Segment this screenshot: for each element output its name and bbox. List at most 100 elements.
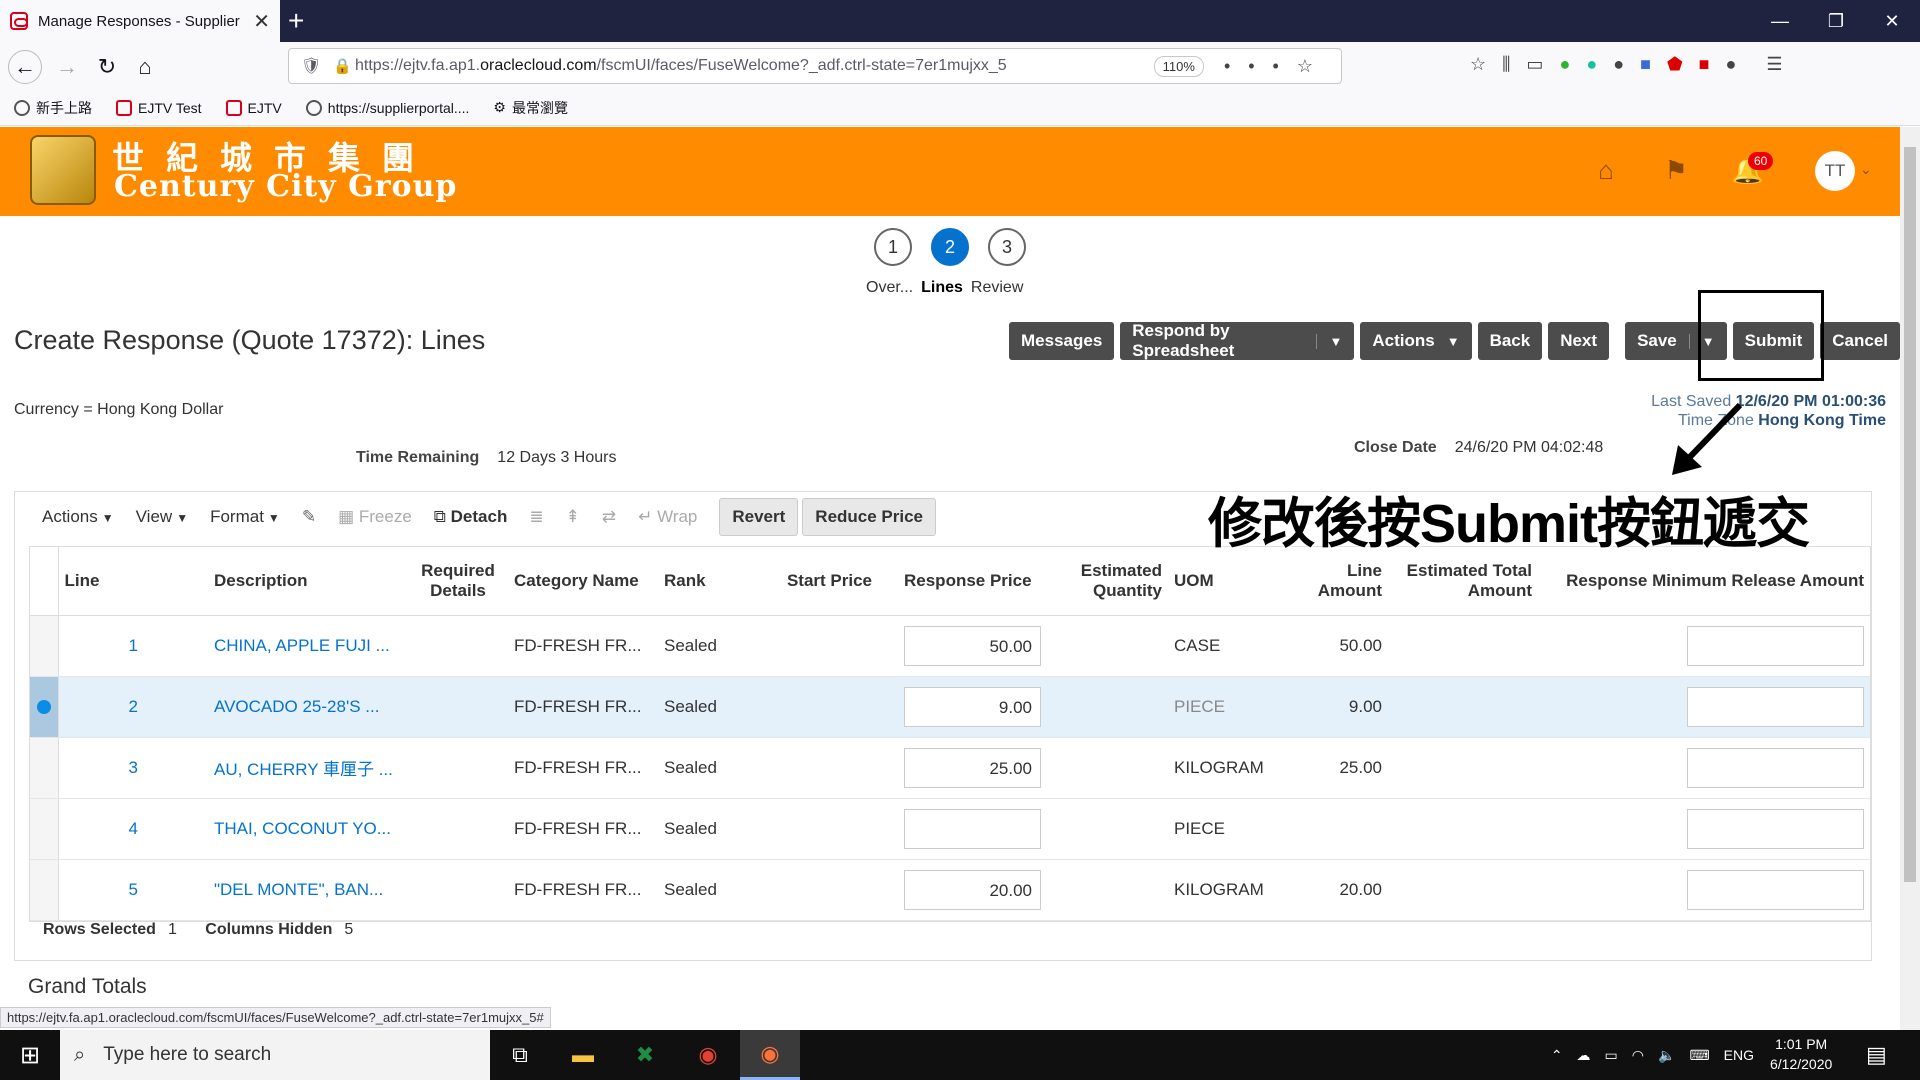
train-label-review[interactable]: Review [971,279,1023,297]
page-scrollbar[interactable] [1900,127,1920,1030]
close-tab-icon[interactable]: ✕ [253,9,270,34]
col-rank[interactable]: Rank [658,547,778,616]
flag-icon[interactable]: ⚑ [1659,155,1693,189]
battery-icon[interactable]: ▭ [1605,1047,1618,1064]
cell-line[interactable]: 5 [58,859,208,921]
extension-check-icon[interactable]: ● [1559,54,1570,75]
file-explorer-icon[interactable]: ▬ [553,1030,613,1080]
windows-start-icon[interactable]: ⊞ [0,1030,60,1080]
dropdown-arrow-icon[interactable]: ▼ [1316,333,1342,349]
restore-button[interactable]: ❐ [1808,0,1864,42]
taskbar-search[interactable]: ⌕ Type here to search [60,1030,490,1080]
next-button[interactable]: Next [1548,322,1610,360]
page-actions-icons[interactable]: •••☆ [1224,56,1331,77]
actions-button[interactable]: Actions ▼ [1360,322,1472,360]
row-selector[interactable] [30,676,59,738]
ublock-icon[interactable]: ⬟ [1667,54,1683,75]
back-arrow-icon[interactable]: ← [8,50,42,84]
pdf-icon[interactable]: ■ [1699,54,1710,75]
col-category[interactable]: Category Name [508,547,658,616]
train-stop-1[interactable]: 1 [874,228,912,266]
row-selector[interactable] [30,859,59,921]
table-row[interactable]: 2 AVOCADO 25-28'S ... FD-FRESH FR... Sealed… [30,676,1870,738]
indent-icon[interactable]: ≣ [529,507,543,527]
wifi-icon[interactable]: ◠ [1632,1047,1644,1064]
train-label-overview[interactable]: Over... [866,279,913,297]
bookmark-ext-icon[interactable]: ■ [1640,54,1651,75]
toolbar-format-menu[interactable]: Format ▼ [210,507,280,527]
reading-list-icon[interactable]: ☆ [1470,54,1486,75]
scrollbar-thumb[interactable] [1904,147,1916,882]
zoom-indicator[interactable]: 110% [1153,55,1204,77]
min-release-input[interactable] [1687,625,1864,666]
bookmark-item[interactable]: https://supplierportal.... [305,99,469,116]
chevron-down-icon[interactable]: ⌄ [1860,161,1872,178]
excel-icon[interactable]: ✖ [615,1030,675,1080]
browser-tab[interactable]: Manage Responses - Supplier P ✕ [0,0,280,42]
cell-line[interactable]: 2 [58,676,208,738]
revert-button[interactable]: Revert [719,498,799,536]
cell-line[interactable]: 1 [58,615,208,677]
response-price-input[interactable]: 25.00 [904,747,1041,788]
table-row[interactable]: 4 THAI, COCONUT YO... FD-FRESH FR... Sealed… [30,798,1870,860]
min-release-input[interactable] [1687,808,1864,849]
new-tab-button[interactable]: + [288,6,304,36]
cloud-icon[interactable]: ☁ [1577,1047,1591,1064]
forward-arrow-icon[interactable]: → [50,50,84,84]
chrome-icon[interactable]: ◉ [678,1030,738,1080]
min-release-input[interactable] [1687,747,1864,788]
avatar[interactable]: TT [1815,151,1855,191]
notification-center-icon[interactable]: ▤ [1866,1042,1887,1068]
cell-description-link[interactable]: "DEL MONTE", BAN... [208,859,408,921]
task-view-icon[interactable]: ⧉ [490,1030,550,1080]
col-line[interactable]: Line [58,547,208,616]
chevron-up-icon[interactable]: ⌃ [1551,1047,1563,1064]
table-row[interactable]: 1 CHINA, APPLE FUJI ... FD-FRESH FR... Seal… [30,615,1870,677]
response-price-input[interactable]: 50.00 [904,625,1041,666]
detach-button[interactable]: ⧉ Detach [434,507,508,527]
back-button[interactable]: Back [1477,322,1543,360]
col-response-price[interactable]: Response Price [878,547,1058,616]
bookmark-item[interactable]: EJTV Test [116,99,202,116]
bookmark-item[interactable]: ⚙ 最常瀏覽 [493,98,568,118]
cell-line[interactable]: 4 [58,798,208,860]
url-bar[interactable]: 🛡 🔒 https://ejtv.fa.ap1.oraclecloud.com/… [288,48,1342,84]
train-stop-3[interactable]: 3 [988,228,1026,266]
close-window-button[interactable]: ✕ [1864,0,1920,42]
min-release-input[interactable] [1687,869,1864,910]
edit-pencil-icon[interactable]: ✎ [302,507,316,527]
reduce-price-button[interactable]: Reduce Price [802,498,937,536]
toolbar-actions-menu[interactable]: Actions ▼ [42,507,114,527]
cell-description-link[interactable]: CHINA, APPLE FUJI ... [208,615,408,677]
response-price-input[interactable] [904,808,1041,849]
cell-description-link[interactable]: AU, CHERRY 車厘子 ... [208,737,408,799]
messages-button[interactable]: Messages [1009,322,1115,360]
cell-description-link[interactable]: AVOCADO 25-28'S ... [208,676,408,738]
response-price-input[interactable]: 9.00 [904,686,1041,727]
grammarly-icon[interactable]: ● [1586,54,1597,75]
language-indicator[interactable]: ENG [1724,1047,1754,1063]
bookmark-item[interactable]: EJTV [225,99,282,116]
menu-icon[interactable]: ☰ [1766,54,1782,75]
min-release-input[interactable] [1687,686,1864,727]
minimize-button[interactable]: — [1752,0,1808,42]
toolbar-view-menu[interactable]: View ▼ [136,507,188,527]
reload-icon[interactable]: ↻ [90,50,124,84]
freeze-button[interactable]: ▦ Freeze [338,507,412,527]
cancel-button[interactable]: Cancel [1820,322,1900,360]
wrap-button[interactable]: ↵ Wrap [638,507,697,527]
bookmark-item[interactable]: 新手上路 [14,98,92,118]
col-start-price[interactable]: Start Price [778,547,878,616]
response-price-input[interactable]: 20.00 [904,869,1041,910]
row-selector[interactable] [30,737,59,799]
col-required-details[interactable]: Required Details [408,547,508,616]
row-selector[interactable] [30,798,59,860]
reorder-icon[interactable]: ⇄ [602,507,616,527]
account-icon[interactable]: ● [1613,54,1624,75]
cell-line[interactable]: 3 [58,737,208,799]
table-row[interactable]: 5 "DEL MONTE", BAN... FD-FRESH FR... Sealed… [30,859,1870,921]
col-estimated-quantity[interactable]: Estimated Quantity [1058,547,1168,616]
home-icon[interactable]: ⌂ [128,50,162,84]
keyboard-icon[interactable]: ⌨ [1689,1047,1709,1064]
sort-icon[interactable]: ⇞ [566,507,580,527]
